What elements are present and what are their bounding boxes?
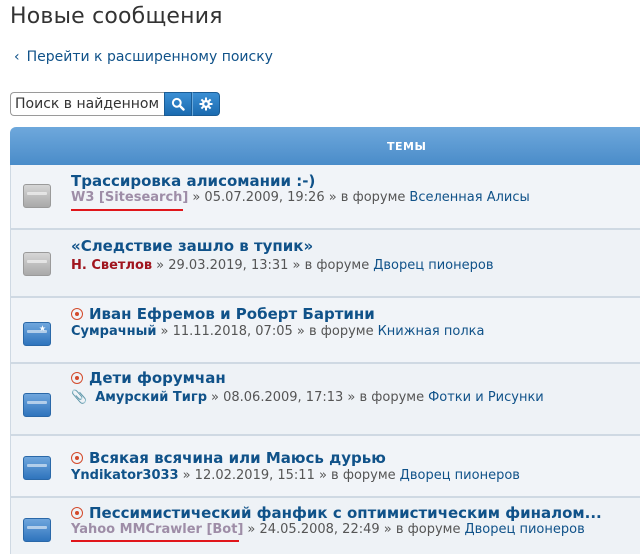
advanced-search-link[interactable]: ‹ Перейти к расширенному поиску — [14, 49, 273, 65]
topic-title-link[interactable]: Всякая всячина или Маюсь дурью — [71, 449, 386, 467]
topic-date: » 29.03.2019, 13:31 » в форуме — [156, 258, 370, 273]
topic-unread-icon — [23, 393, 51, 417]
annotation-underline — [71, 209, 183, 211]
new-post-icon[interactable] — [71, 452, 83, 464]
topic-date: » 08.06.2009, 17:13 » в форуме — [211, 390, 425, 405]
annotation-underline — [71, 540, 239, 542]
gear-icon — [199, 97, 213, 111]
topic-row: «Следствие зашло в тупик» Н. Светлов » 2… — [11, 230, 640, 296]
advanced-search-label: Перейти к расширенному поиску — [26, 49, 273, 65]
topic-meta: W3 [Sitesearch] » 05.07.2009, 19:26 » в … — [71, 190, 530, 205]
topic-forum-link[interactable]: Вселенная Алисы — [409, 190, 529, 205]
topic-date: » 11.11.2018, 07:05 » в форуме — [160, 324, 374, 339]
topic-read-icon — [23, 184, 51, 208]
new-post-icon[interactable] — [71, 372, 83, 384]
topic-row: Трассировка алисомании :-) W3 [Sitesearc… — [11, 165, 640, 228]
topic-read-icon — [23, 252, 51, 276]
topic-row: Дети форумчан 📎 Амурский Тигр » 08.06.20… — [11, 364, 640, 434]
topic-forum-link[interactable]: Дворец пионеров — [400, 468, 520, 483]
topic-author-link[interactable]: W3 [Sitesearch] — [71, 190, 188, 205]
topic-date: » 12.02.2019, 15:11 » в форуме — [182, 468, 396, 483]
topic-row: Всякая всячина или Маюсь дурью Yndikator… — [11, 436, 640, 496]
topic-unread-icon — [23, 456, 51, 480]
new-post-icon[interactable] — [71, 507, 83, 519]
topic-title-link[interactable]: Трассировка алисомании :-) — [71, 172, 315, 190]
topic-title-link[interactable]: «Следствие зашло в тупик» — [71, 237, 313, 255]
search-box — [10, 92, 220, 116]
topic-meta: Yahoo MMCrawler [Bot] » 24.05.2008, 22:4… — [71, 522, 585, 537]
topic-date: » 24.05.2008, 22:49 » в форуме — [247, 522, 461, 537]
topic-title-link[interactable]: Пессимистический фанфик с оптимистически… — [71, 504, 602, 522]
topic-row: ★ Иван Ефремов и Роберт Бартини Сумрачны… — [11, 298, 640, 362]
topic-author-link[interactable]: Yndikator3033 — [71, 468, 179, 483]
topic-title-link[interactable]: Дети форумчан — [71, 369, 226, 387]
search-input[interactable] — [10, 92, 164, 116]
topic-forum-link[interactable]: Дворец пионеров — [464, 522, 584, 537]
topic-row: Пессимистический фанфик с оптимистически… — [11, 498, 640, 554]
topics-table: ТЕМЫ Трассировка алисомании :-) W3 [Site… — [10, 127, 640, 554]
topic-unread-icon — [23, 518, 51, 542]
chevron-left-icon: ‹ — [14, 49, 20, 65]
topic-date: » 05.07.2009, 19:26 » в форуме — [192, 190, 406, 205]
search-settings-button[interactable] — [192, 92, 220, 116]
topic-meta: 📎 Амурский Тигр » 08.06.2009, 17:13 » в … — [71, 390, 544, 405]
attachment-icon: 📎 — [71, 390, 88, 405]
topic-author-link[interactable]: Н. Светлов — [71, 258, 152, 273]
topic-meta: Сумрачный » 11.11.2018, 07:05 » в форуме… — [71, 324, 484, 339]
topic-author-link[interactable]: Yahoo MMCrawler [Bot] — [71, 522, 243, 537]
topic-meta: Н. Светлов » 29.03.2019, 13:31 » в форум… — [71, 258, 494, 273]
topics-header-label: ТЕМЫ — [387, 139, 427, 153]
topic-forum-link[interactable]: Книжная полка — [378, 324, 485, 339]
topic-forum-link[interactable]: Фотки и Рисунки — [428, 390, 544, 405]
topic-unread-icon: ★ — [23, 322, 51, 346]
topic-title-link[interactable]: Иван Ефремов и Роберт Бартини — [71, 305, 375, 323]
topic-meta: Yndikator3033 » 12.02.2019, 15:11 » в фо… — [71, 468, 520, 483]
page-title: Новые сообщения — [10, 4, 223, 29]
new-post-icon[interactable] — [71, 308, 83, 320]
topic-author-link[interactable]: Амурский Тигр — [95, 390, 207, 405]
search-icon — [171, 97, 185, 111]
topic-forum-link[interactable]: Дворец пионеров — [373, 258, 493, 273]
topic-author-link[interactable]: Сумрачный — [71, 324, 157, 339]
search-button[interactable] — [164, 92, 192, 116]
topics-header: ТЕМЫ — [10, 127, 640, 165]
